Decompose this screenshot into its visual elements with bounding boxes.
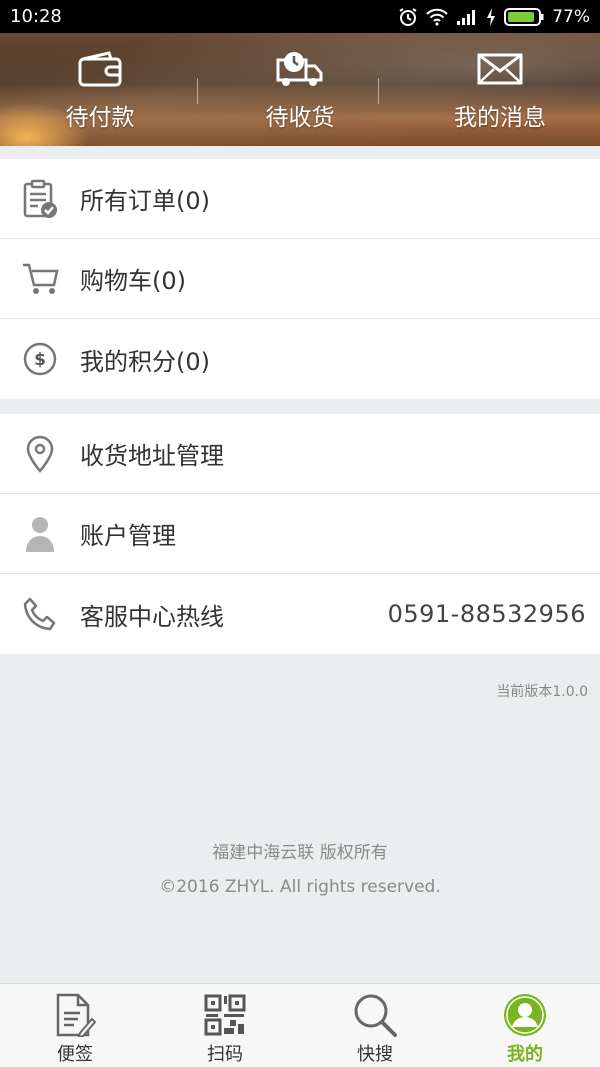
address-management-label: 收货地址管理 xyxy=(80,442,224,470)
orders-menu-group: 所有订单(0) 购物车(0) $ 我的积分(0) xyxy=(0,159,600,399)
wifi-icon xyxy=(426,8,448,26)
pending-delivery-button[interactable]: 待收货 xyxy=(200,33,400,146)
my-points-label: 我的积分(0) xyxy=(80,347,210,376)
my-messages-button[interactable]: 我的消息 xyxy=(400,33,600,146)
copyright-company: 福建中海云联 版权所有 xyxy=(212,843,388,863)
account-management-row[interactable]: 账户管理 xyxy=(0,494,600,574)
battery-icon xyxy=(504,7,544,26)
cart-icon xyxy=(0,262,80,296)
nav-mine-label: 我的 xyxy=(507,1044,543,1065)
my-points-row[interactable]: $ 我的积分(0) xyxy=(0,319,600,399)
account-menu-group: 收货地址管理 账户管理 客服中心热线 0591-88532956 xyxy=(0,414,600,654)
svg-text:$: $ xyxy=(34,350,46,370)
clipboard-check-icon xyxy=(0,179,80,219)
dollar-coin-icon: $ xyxy=(0,341,80,377)
signal-icon xyxy=(456,9,478,25)
pending-payment-button[interactable]: 待付款 xyxy=(0,33,200,146)
nav-notes[interactable]: 便签 xyxy=(0,984,150,1067)
pending-delivery-label: 待收货 xyxy=(265,104,335,131)
delivery-truck-icon xyxy=(275,48,325,90)
status-bar: 10:28 77% xyxy=(0,0,600,33)
hotline-number[interactable]: 0591-88532956 xyxy=(388,600,586,628)
address-management-row[interactable]: 收货地址管理 xyxy=(0,414,600,494)
location-pin-icon xyxy=(0,435,80,473)
copyright-notice: ©2016 ZHYL. All rights reserved. xyxy=(159,877,441,897)
phone-icon xyxy=(0,596,80,632)
nav-notes-label: 便签 xyxy=(57,1044,93,1065)
wallet-icon xyxy=(77,48,123,90)
nav-quick-search-label: 快搜 xyxy=(357,1044,393,1065)
nav-scan[interactable]: 扫码 xyxy=(150,984,300,1067)
qr-code-icon xyxy=(204,992,246,1038)
customer-service-row[interactable]: 客服中心热线 0591-88532956 xyxy=(0,574,600,654)
alarm-icon xyxy=(398,7,418,27)
order-status-banner: 待付款 待收货 我的消息 xyxy=(0,33,600,146)
shopping-cart-row[interactable]: 购物车(0) xyxy=(0,239,600,319)
profile-icon xyxy=(502,992,548,1038)
header-divider xyxy=(378,78,379,104)
account-management-label: 账户管理 xyxy=(80,522,176,550)
envelope-icon xyxy=(477,48,523,90)
customer-service-label: 客服中心热线 xyxy=(80,602,224,631)
header-divider xyxy=(197,78,198,104)
status-icons: 77% xyxy=(398,7,590,27)
charging-icon xyxy=(486,7,496,26)
version-text: 当前版本1.0.0 xyxy=(496,684,588,700)
status-time: 10:28 xyxy=(10,6,62,27)
shopping-cart-label: 购物车(0) xyxy=(80,267,186,295)
note-icon xyxy=(54,992,96,1038)
person-icon xyxy=(0,515,80,553)
nav-quick-search[interactable]: 快搜 xyxy=(300,984,450,1067)
all-orders-row[interactable]: 所有订单(0) xyxy=(0,159,600,239)
all-orders-label: 所有订单(0) xyxy=(80,187,210,215)
my-messages-label: 我的消息 xyxy=(454,104,546,131)
nav-mine[interactable]: 我的 xyxy=(450,984,600,1067)
pending-payment-label: 待付款 xyxy=(65,104,135,131)
search-icon xyxy=(352,992,398,1038)
nav-scan-label: 扫码 xyxy=(207,1044,243,1065)
battery-percent: 77% xyxy=(552,6,590,27)
bottom-navigation: 便签 扫码 快搜 我的 xyxy=(0,983,600,1067)
